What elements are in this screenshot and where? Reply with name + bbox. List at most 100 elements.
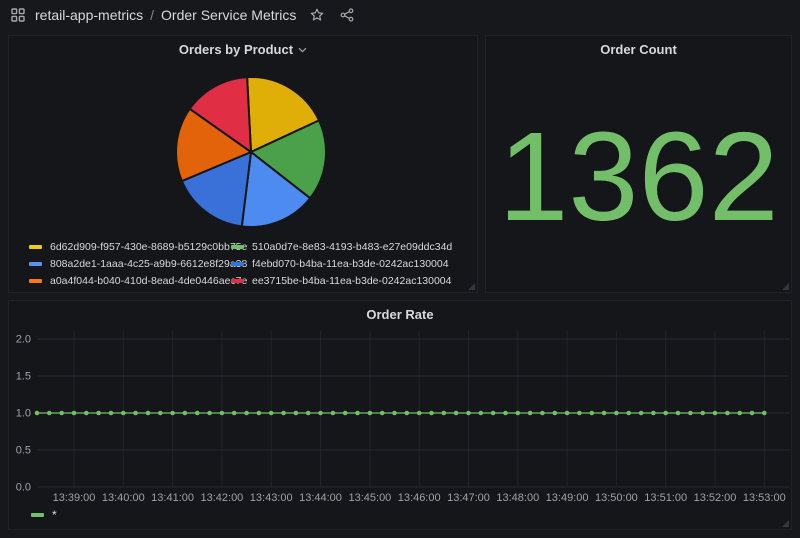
panel-resize-handle[interactable]: [782, 520, 789, 527]
data-point[interactable]: [503, 411, 508, 416]
topbar-actions: [309, 7, 355, 23]
legend-item[interactable]: 510a0d7e-8e83-4193-b483-e27e09ddc34d: [231, 241, 452, 252]
data-point[interactable]: [626, 411, 631, 416]
legend-label[interactable]: *: [52, 508, 57, 522]
breadcrumb-dashboard-title[interactable]: Order Service Metrics: [161, 7, 296, 23]
data-point[interactable]: [380, 411, 385, 416]
x-tick-label: 13:44:00: [299, 492, 342, 504]
data-point[interactable]: [614, 411, 619, 416]
panel-order-count: Order Count 1362: [485, 35, 792, 293]
data-point[interactable]: [109, 411, 114, 416]
y-tick-label: 2.0: [16, 334, 31, 346]
breadcrumb-folder[interactable]: retail-app-metrics: [35, 7, 143, 23]
data-point[interactable]: [540, 411, 545, 416]
x-tick-label: 13:40:00: [102, 492, 145, 504]
x-tick-label: 13:39:00: [53, 492, 96, 504]
data-point[interactable]: [651, 411, 656, 416]
data-point[interactable]: [516, 411, 521, 416]
legend-item[interactable]: 6d62d909-f957-430e-8689-b5129c0bb75e: [29, 241, 231, 252]
y-tick-label: 1.0: [16, 408, 31, 420]
data-point[interactable]: [294, 411, 299, 416]
x-tick-label: 13:41:00: [151, 492, 194, 504]
panel-resize-handle[interactable]: [468, 283, 475, 290]
data-point[interactable]: [257, 411, 262, 416]
data-point[interactable]: [713, 411, 718, 416]
data-point[interactable]: [281, 411, 286, 416]
data-point[interactable]: [195, 411, 200, 416]
data-point[interactable]: [565, 411, 570, 416]
data-point[interactable]: [491, 411, 496, 416]
legend-label: f4ebd070-b4ba-11ea-b3de-0242ac130004: [252, 258, 449, 270]
data-point[interactable]: [479, 411, 484, 416]
data-point[interactable]: [244, 411, 249, 416]
data-point[interactable]: [133, 411, 138, 416]
data-point[interactable]: [688, 411, 693, 416]
data-point[interactable]: [750, 411, 755, 416]
data-point[interactable]: [96, 411, 101, 416]
legend-swatch: [231, 262, 244, 266]
data-point[interactable]: [442, 411, 447, 416]
x-tick-label: 13:46:00: [398, 492, 441, 504]
data-point[interactable]: [663, 411, 668, 416]
panel-header-orders-by-product[interactable]: Orders by Product: [9, 36, 477, 62]
legend-swatch: [231, 279, 244, 283]
data-point[interactable]: [417, 411, 422, 416]
data-point[interactable]: [725, 411, 730, 416]
data-point[interactable]: [121, 411, 126, 416]
panel-header-order-rate[interactable]: Order Rate: [9, 301, 791, 327]
pie-legend: 6d62d909-f957-430e-8689-b5129c0bb75e510a…: [29, 241, 452, 286]
data-point[interactable]: [528, 411, 533, 416]
data-point[interactable]: [454, 411, 459, 416]
data-point[interactable]: [170, 411, 175, 416]
data-point[interactable]: [429, 411, 434, 416]
panel-header-order-count[interactable]: Order Count: [486, 36, 791, 62]
data-point[interactable]: [676, 411, 681, 416]
legend-item[interactable]: ee3715be-b4ba-11ea-b3de-0242ac130004: [231, 275, 452, 286]
chevron-down-icon: [298, 47, 307, 53]
data-point[interactable]: [639, 411, 644, 416]
legend-swatch: [29, 279, 42, 283]
data-point[interactable]: [269, 411, 274, 416]
grafana-dashboard: retail-app-metrics / Order Service Metri…: [0, 0, 800, 538]
x-tick-label: 13:47:00: [447, 492, 490, 504]
data-point[interactable]: [35, 411, 40, 416]
data-point[interactable]: [220, 411, 225, 416]
legend-label: a0a4f044-b040-410d-8ead-4de0446aec7e: [50, 275, 247, 287]
data-point[interactable]: [577, 411, 582, 416]
x-tick-label: 13:52:00: [694, 492, 737, 504]
data-point[interactable]: [183, 411, 188, 416]
data-point[interactable]: [392, 411, 397, 416]
breadcrumb-separator: /: [150, 7, 154, 23]
legend-item[interactable]: a0a4f044-b040-410d-8ead-4de0446aec7e: [29, 275, 231, 286]
data-point[interactable]: [158, 411, 163, 416]
data-point[interactable]: [318, 411, 323, 416]
data-point[interactable]: [59, 411, 64, 416]
panel-resize-handle[interactable]: [782, 283, 789, 290]
data-point[interactable]: [232, 411, 237, 416]
data-point[interactable]: [331, 411, 336, 416]
data-point[interactable]: [368, 411, 373, 416]
data-point[interactable]: [553, 411, 558, 416]
data-point[interactable]: [700, 411, 705, 416]
dashboards-grid-icon[interactable]: [10, 7, 26, 23]
data-point[interactable]: [590, 411, 595, 416]
data-point[interactable]: [405, 411, 410, 416]
data-point[interactable]: [343, 411, 348, 416]
data-point[interactable]: [47, 411, 52, 416]
data-point[interactable]: [84, 411, 89, 416]
data-point[interactable]: [602, 411, 607, 416]
data-point[interactable]: [72, 411, 77, 416]
data-point[interactable]: [737, 411, 742, 416]
star-icon[interactable]: [309, 7, 325, 23]
data-point[interactable]: [466, 411, 471, 416]
legend-swatch: [29, 245, 42, 249]
data-point[interactable]: [762, 411, 767, 416]
y-tick-label: 0.0: [16, 482, 31, 494]
data-point[interactable]: [146, 411, 151, 416]
data-point[interactable]: [306, 411, 311, 416]
data-point[interactable]: [355, 411, 360, 416]
legend-item[interactable]: f4ebd070-b4ba-11ea-b3de-0242ac130004: [231, 258, 452, 269]
data-point[interactable]: [207, 411, 212, 416]
share-icon[interactable]: [339, 7, 355, 23]
legend-item[interactable]: 808a2de1-1aaa-4c25-a9b9-6612e8f29a38: [29, 258, 231, 269]
